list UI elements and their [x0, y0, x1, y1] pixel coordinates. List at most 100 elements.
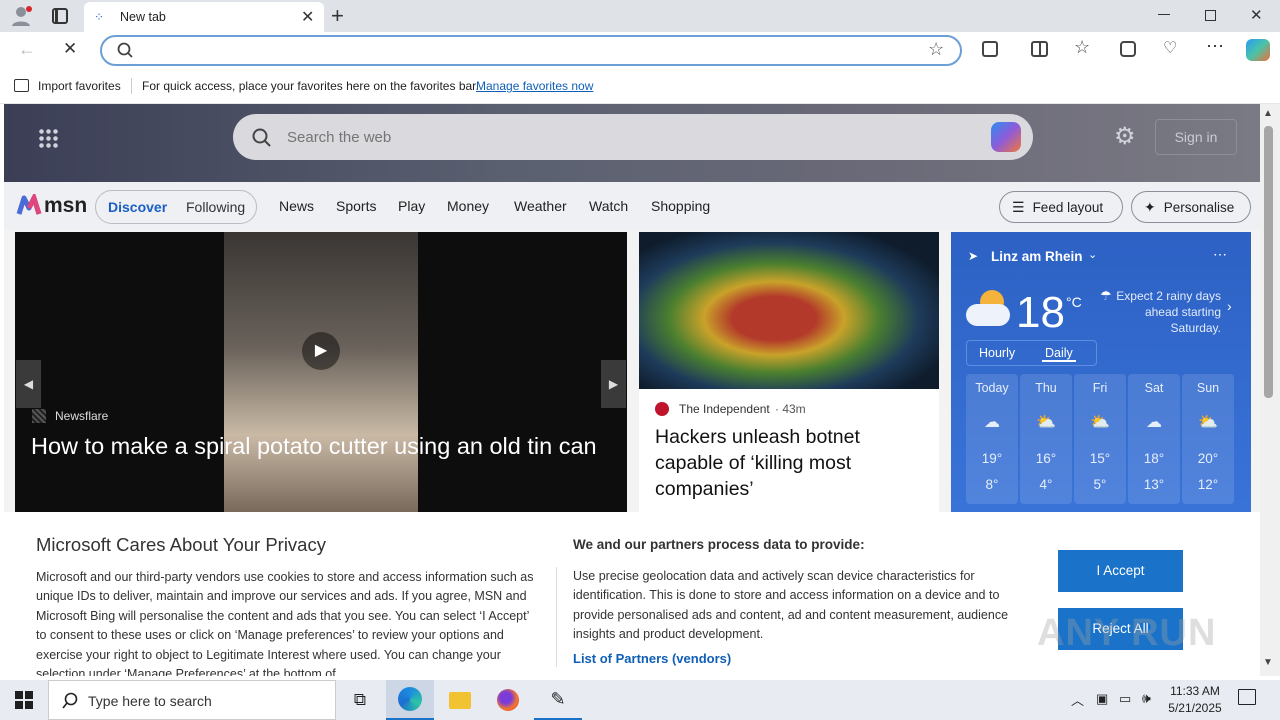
new-tab-button[interactable]: +: [331, 3, 344, 29]
nav-watch[interactable]: Watch: [589, 198, 628, 214]
carousel-next-button[interactable]: ▶: [601, 360, 626, 408]
toggle-daily[interactable]: Daily: [1042, 346, 1076, 362]
article-headline[interactable]: Hackers unleash botnet capable of ‘killi…: [655, 424, 915, 502]
personalise-button[interactable]: ✦ Personalise: [1131, 191, 1251, 223]
toolbar: ← ✕ ☆ ☆ ♡ ⋯: [0, 32, 1280, 70]
favorites-bar: Import favorites For quick access, place…: [0, 70, 1280, 104]
cloudy-icon: ☁: [984, 414, 1000, 431]
address-bar[interactable]: ☆: [100, 35, 962, 66]
partners-link[interactable]: List of Partners (vendors): [573, 651, 731, 666]
taskbar-search[interactable]: Type here to search: [48, 680, 336, 720]
chevron-down-icon[interactable]: ⌄: [1088, 248, 1097, 261]
loading-icon: ⁘: [94, 10, 105, 24]
forecast-day[interactable]: Thu ⛅ 16° 4°: [1020, 374, 1072, 504]
back-arrow-icon[interactable]: ←: [18, 39, 36, 60]
article-headline[interactable]: How to make a spiral potato cutter using…: [31, 430, 611, 462]
copilot-search-icon[interactable]: [991, 122, 1021, 152]
day-name: Thu: [1035, 381, 1057, 395]
split-screen-icon[interactable]: [1031, 41, 1048, 57]
system-tray-chevron-icon[interactable]: ︿: [1071, 690, 1084, 709]
forecast-toggle: Hourly Daily: [966, 340, 1097, 366]
volume-icon[interactable]: 🕪: [1142, 690, 1151, 707]
publisher-icon: [655, 402, 669, 416]
edge-taskbar-icon[interactable]: [386, 680, 434, 720]
scroll-up-icon[interactable]: ▲: [1263, 108, 1273, 119]
chevron-right-icon[interactable]: ›: [1227, 298, 1232, 314]
title-bar: ⁘ New tab ✕ + ✕: [0, 0, 1280, 32]
tab-new-tab[interactable]: ⁘ New tab ✕: [84, 2, 324, 32]
manage-favorites-link[interactable]: Manage favorites now: [476, 79, 593, 93]
day-high: 19°: [981, 451, 1003, 466]
page-scrollbar[interactable]: ▲ ▼: [1260, 104, 1280, 676]
more-menu-icon[interactable]: ⋯: [1206, 36, 1224, 57]
favorite-star-icon[interactable]: ☆: [928, 39, 944, 60]
forecast-day[interactable]: Sun ⛅ 20° 12°: [1182, 374, 1234, 504]
day-high: 15°: [1089, 451, 1111, 466]
nav-news[interactable]: News: [279, 198, 314, 214]
clock-date: 5/21/2025: [1168, 701, 1222, 715]
stop-loading-icon[interactable]: ✕: [63, 39, 77, 59]
more-options-icon[interactable]: ⋯: [1213, 246, 1227, 263]
personalise-label: Personalise: [1163, 199, 1235, 215]
app-taskbar-icon[interactable]: ✎: [534, 680, 582, 720]
network-icon[interactable]: ▭: [1119, 691, 1131, 707]
address-input[interactable]: [142, 41, 922, 61]
msn-butterfly-icon: [16, 194, 42, 215]
forecast-day[interactable]: Today ☁ 19° 8°: [966, 374, 1018, 504]
web-search-box[interactable]: [233, 114, 1033, 160]
nav-shopping[interactable]: Shopping: [651, 198, 710, 214]
start-button[interactable]: [0, 680, 48, 720]
import-favorites-button[interactable]: Import favorites: [38, 79, 121, 93]
secondary-news-card[interactable]: The Independent · 43m Hackers unleash bo…: [639, 232, 939, 522]
forecast-day[interactable]: Sat ☁ 18° 13°: [1128, 374, 1180, 504]
day-name: Today: [975, 381, 1009, 395]
consent-divider: [556, 567, 557, 667]
hero-background: ⚙ Sign in: [4, 104, 1260, 182]
tray-app-icon[interactable]: ▣: [1096, 691, 1108, 707]
restore-button[interactable]: [1205, 10, 1216, 21]
notifications-icon[interactable]: [1238, 689, 1256, 705]
msn-logo[interactable]: msn: [16, 191, 87, 221]
main-news-card[interactable]: ▶ ◀ ▶ Newsflare How to make a spiral pot…: [15, 232, 627, 522]
settings-gear-icon[interactable]: ⚙: [1114, 122, 1136, 151]
scroll-thumb[interactable]: [1264, 126, 1273, 398]
search-icon: [251, 127, 273, 154]
article-source: The Independent: [679, 402, 770, 416]
accept-button[interactable]: I Accept: [1058, 550, 1183, 592]
weather-card[interactable]: ➤ Linz am Rhein ⌄ ⋯ 18 °C ☂ Expect 2 rai…: [951, 232, 1251, 522]
collections-icon[interactable]: [1120, 41, 1136, 57]
favorites-icon[interactable]: ☆: [1074, 37, 1090, 58]
nav-money[interactable]: Money: [447, 198, 489, 214]
sign-in-button[interactable]: Sign in: [1155, 119, 1237, 155]
tab-discover[interactable]: Discover: [108, 199, 167, 215]
weather-location[interactable]: Linz am Rhein: [991, 249, 1083, 264]
day-name: Sun: [1196, 381, 1220, 395]
toggle-hourly[interactable]: Hourly: [979, 346, 1015, 360]
consent-title: Microsoft Cares About Your Privacy: [36, 534, 326, 555]
nav-sports[interactable]: Sports: [336, 198, 376, 214]
forecast-day[interactable]: Fri ⛅ 15° 5°: [1074, 374, 1126, 504]
search-icon: [116, 41, 134, 64]
feed-layout-button[interactable]: ☰ Feed layout: [999, 191, 1123, 223]
minimize-button[interactable]: [1158, 14, 1170, 15]
web-search-input[interactable]: [287, 126, 927, 148]
close-window-button[interactable]: ✕: [1250, 6, 1263, 24]
browser-essentials-icon[interactable]: ♡: [1163, 38, 1177, 58]
profile-icon[interactable]: [10, 5, 34, 27]
nav-play[interactable]: Play: [398, 198, 425, 214]
tab-following[interactable]: Following: [186, 199, 245, 215]
app-launcher-icon[interactable]: [38, 128, 58, 148]
carousel-prev-button[interactable]: ◀: [16, 360, 41, 408]
close-tab-icon[interactable]: ✕: [301, 7, 314, 27]
tab-actions-icon[interactable]: [52, 8, 68, 24]
nav-weather[interactable]: Weather: [514, 198, 567, 214]
firefox-icon[interactable]: [484, 680, 532, 720]
file-explorer-icon[interactable]: [436, 680, 484, 720]
copilot-icon[interactable]: [1246, 39, 1270, 61]
scroll-down-icon[interactable]: ▼: [1263, 657, 1273, 668]
import-favorites-icon: [14, 79, 29, 92]
clock[interactable]: 11:33 AM 5/21/2025: [1164, 683, 1226, 717]
task-view-icon[interactable]: ⧉: [336, 680, 384, 720]
extensions-icon[interactable]: [982, 41, 998, 57]
play-icon[interactable]: ▶: [302, 332, 340, 370]
